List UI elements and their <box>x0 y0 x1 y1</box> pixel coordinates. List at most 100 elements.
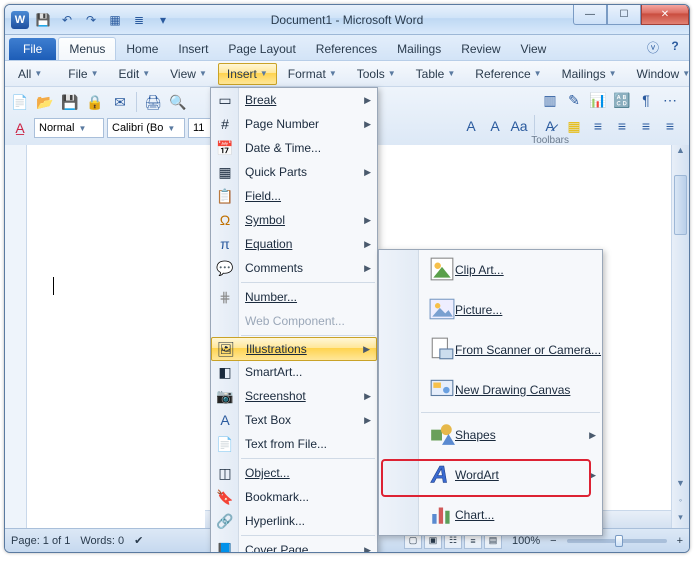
open-icon[interactable]: 📂 <box>34 91 56 113</box>
status-words[interactable]: Words: 0 <box>80 535 124 547</box>
tab-home[interactable]: Home <box>116 38 168 60</box>
status-page[interactable]: Page: 1 of 1 <box>11 535 70 547</box>
illustrations-submenu: Clip Art... Picture... From Scanner or C… <box>378 249 603 536</box>
scroll-up-icon[interactable]: ▲ <box>672 145 689 161</box>
help-icon[interactable]: ? <box>667 39 683 56</box>
zoom-slider[interactable] <box>567 539 667 543</box>
columns-icon[interactable]: ▥ <box>539 89 561 111</box>
fill-icon[interactable]: ▦ <box>563 115 585 137</box>
submenu-clip-art[interactable]: Clip Art... <box>379 250 602 290</box>
next-page-icon[interactable]: ▾ <box>672 512 689 528</box>
new-icon[interactable]: 📄 <box>9 91 31 113</box>
insert-field[interactable]: 📋Field... <box>211 184 377 208</box>
tab-view[interactable]: View <box>511 38 557 60</box>
tab-page-layout[interactable]: Page Layout <box>218 38 305 60</box>
font-combo[interactable]: Calibri (Bo▼ <box>107 118 185 138</box>
submenu-scanner[interactable]: From Scanner or Camera... <box>379 330 602 370</box>
undo-icon[interactable]: ↶ <box>57 10 77 30</box>
insert-screenshot[interactable]: 📷Screenshot▶ <box>211 384 377 408</box>
print-icon[interactable]: 🖨 <box>142 91 164 113</box>
minimize-button[interactable]: — <box>573 5 607 25</box>
table-icon[interactable]: ▦ <box>105 10 125 30</box>
tab-references[interactable]: References <box>306 38 387 60</box>
preview-icon[interactable]: 🔍 <box>167 91 189 113</box>
menu-view[interactable]: View▼ <box>161 63 216 85</box>
styles-icon[interactable]: A̲ <box>9 117 31 139</box>
mail-icon[interactable]: ✉ <box>109 91 131 113</box>
menu-format[interactable]: Format▼ <box>279 63 346 85</box>
menu-tools[interactable]: Tools▼ <box>348 63 405 85</box>
submenu-canvas[interactable]: New Drawing Canvas <box>379 370 602 410</box>
insert-equation[interactable]: πEquation▶ <box>211 232 377 256</box>
menu-edit[interactable]: Edit▼ <box>110 63 160 85</box>
menu-table[interactable]: Table▼ <box>407 63 465 85</box>
menu-window[interactable]: Window▼ <box>628 63 690 85</box>
minimize-ribbon-icon[interactable]: ⓥ <box>645 39 661 56</box>
menu-insert[interactable]: Insert▼ <box>218 63 277 85</box>
insert-page-number[interactable]: #Page Number▶ <box>211 112 377 136</box>
screenshot-icon: 📷 <box>215 386 235 406</box>
qat-customize-icon[interactable]: ▾ <box>153 10 173 30</box>
save-icon[interactable]: 💾 <box>33 10 53 30</box>
align-left-icon[interactable]: ≡ <box>587 115 609 137</box>
insert-cover-page[interactable]: 📘Cover Page▶ <box>211 538 377 553</box>
submenu-shapes[interactable]: Shapes▶ <box>379 415 602 455</box>
insert-smartart[interactable]: ◧SmartArt... <box>211 360 377 384</box>
menu-file[interactable]: File▼ <box>59 63 107 85</box>
permission-icon[interactable]: 🔒 <box>84 91 106 113</box>
insert-hyperlink[interactable]: 🔗Hyperlink... <box>211 509 377 533</box>
insert-comments[interactable]: 💬Comments▶ <box>211 256 377 280</box>
insert-bookmark[interactable]: 🔖Bookmark... <box>211 485 377 509</box>
submenu-chart[interactable]: Chart... <box>379 495 602 535</box>
scroll-down-icon[interactable]: ▼ <box>672 478 689 494</box>
menu-reference[interactable]: Reference▼ <box>466 63 550 85</box>
insert-symbol[interactable]: ΩSymbol▶ <box>211 208 377 232</box>
insert-quick-parts[interactable]: ▦Quick Parts▶ <box>211 160 377 184</box>
date-icon: 📅 <box>215 138 235 158</box>
maximize-button[interactable]: ☐ <box>607 5 641 25</box>
insert-object[interactable]: ◫Object... <box>211 461 377 485</box>
close-button[interactable]: ✕ <box>641 5 689 25</box>
submenu-picture[interactable]: Picture... <box>379 290 602 330</box>
zoom-out-icon[interactable]: − <box>550 535 556 547</box>
change-case-icon[interactable]: Aa <box>508 115 530 137</box>
save-icon[interactable]: 💾 <box>59 91 81 113</box>
tab-mailings[interactable]: Mailings <box>387 38 451 60</box>
insert-number[interactable]: ⋕Number... <box>211 285 377 309</box>
scroll-thumb[interactable] <box>674 175 687 235</box>
para-icon[interactable]: ¶ <box>635 89 657 111</box>
vertical-scrollbar[interactable]: ▲ ▼ ◦ ▾ <box>671 145 689 528</box>
insert-break[interactable]: ▭Break▶ <box>211 88 377 112</box>
tab-file[interactable]: File <box>9 38 56 60</box>
map-icon[interactable]: 🔠 <box>611 89 633 111</box>
drawing-icon[interactable]: ✎ <box>563 89 585 111</box>
word-logo-icon[interactable]: W <box>11 11 29 29</box>
chart-icon[interactable]: 📊 <box>587 89 609 111</box>
tab-insert[interactable]: Insert <box>168 38 218 60</box>
classic-menubar: All▼ File▼ Edit▼ View▼ Insert▼ Format▼ T… <box>5 61 689 87</box>
menu-mailings[interactable]: Mailings▼ <box>553 63 626 85</box>
tab-menus[interactable]: Menus <box>58 37 116 60</box>
prev-page-icon[interactable]: ◦ <box>672 495 689 511</box>
submenu-wordart[interactable]: A WordArt▶ <box>379 455 602 495</box>
clear-format-icon[interactable]: A̷ <box>539 115 561 137</box>
list-icon[interactable]: ≣ <box>129 10 149 30</box>
style-combo[interactable]: Normal▼ <box>34 118 104 138</box>
align-right-icon[interactable]: ≡ <box>635 115 657 137</box>
insert-text-box[interactable]: AText Box▶ <box>211 408 377 432</box>
insert-illustrations[interactable]: 🖼Illustrations▶ <box>211 337 377 361</box>
zoom-in-icon[interactable]: + <box>677 535 683 547</box>
tab-review[interactable]: Review <box>451 38 510 60</box>
highlight-icon[interactable]: A <box>484 115 506 137</box>
font-color-icon[interactable]: A <box>460 115 482 137</box>
justify-icon[interactable]: ≡ <box>659 115 681 137</box>
chart-icon <box>429 501 455 530</box>
redo-icon[interactable]: ↷ <box>81 10 101 30</box>
zoom-level[interactable]: 100% <box>512 535 540 547</box>
status-proof-icon[interactable]: ✔ <box>134 534 143 547</box>
align-center-icon[interactable]: ≡ <box>611 115 633 137</box>
insert-text-from-file[interactable]: 📄Text from File... <box>211 432 377 456</box>
menu-all[interactable]: All▼ <box>9 63 51 85</box>
more-icon[interactable]: ⋯ <box>659 89 681 111</box>
insert-date-time[interactable]: 📅Date & Time... <box>211 136 377 160</box>
